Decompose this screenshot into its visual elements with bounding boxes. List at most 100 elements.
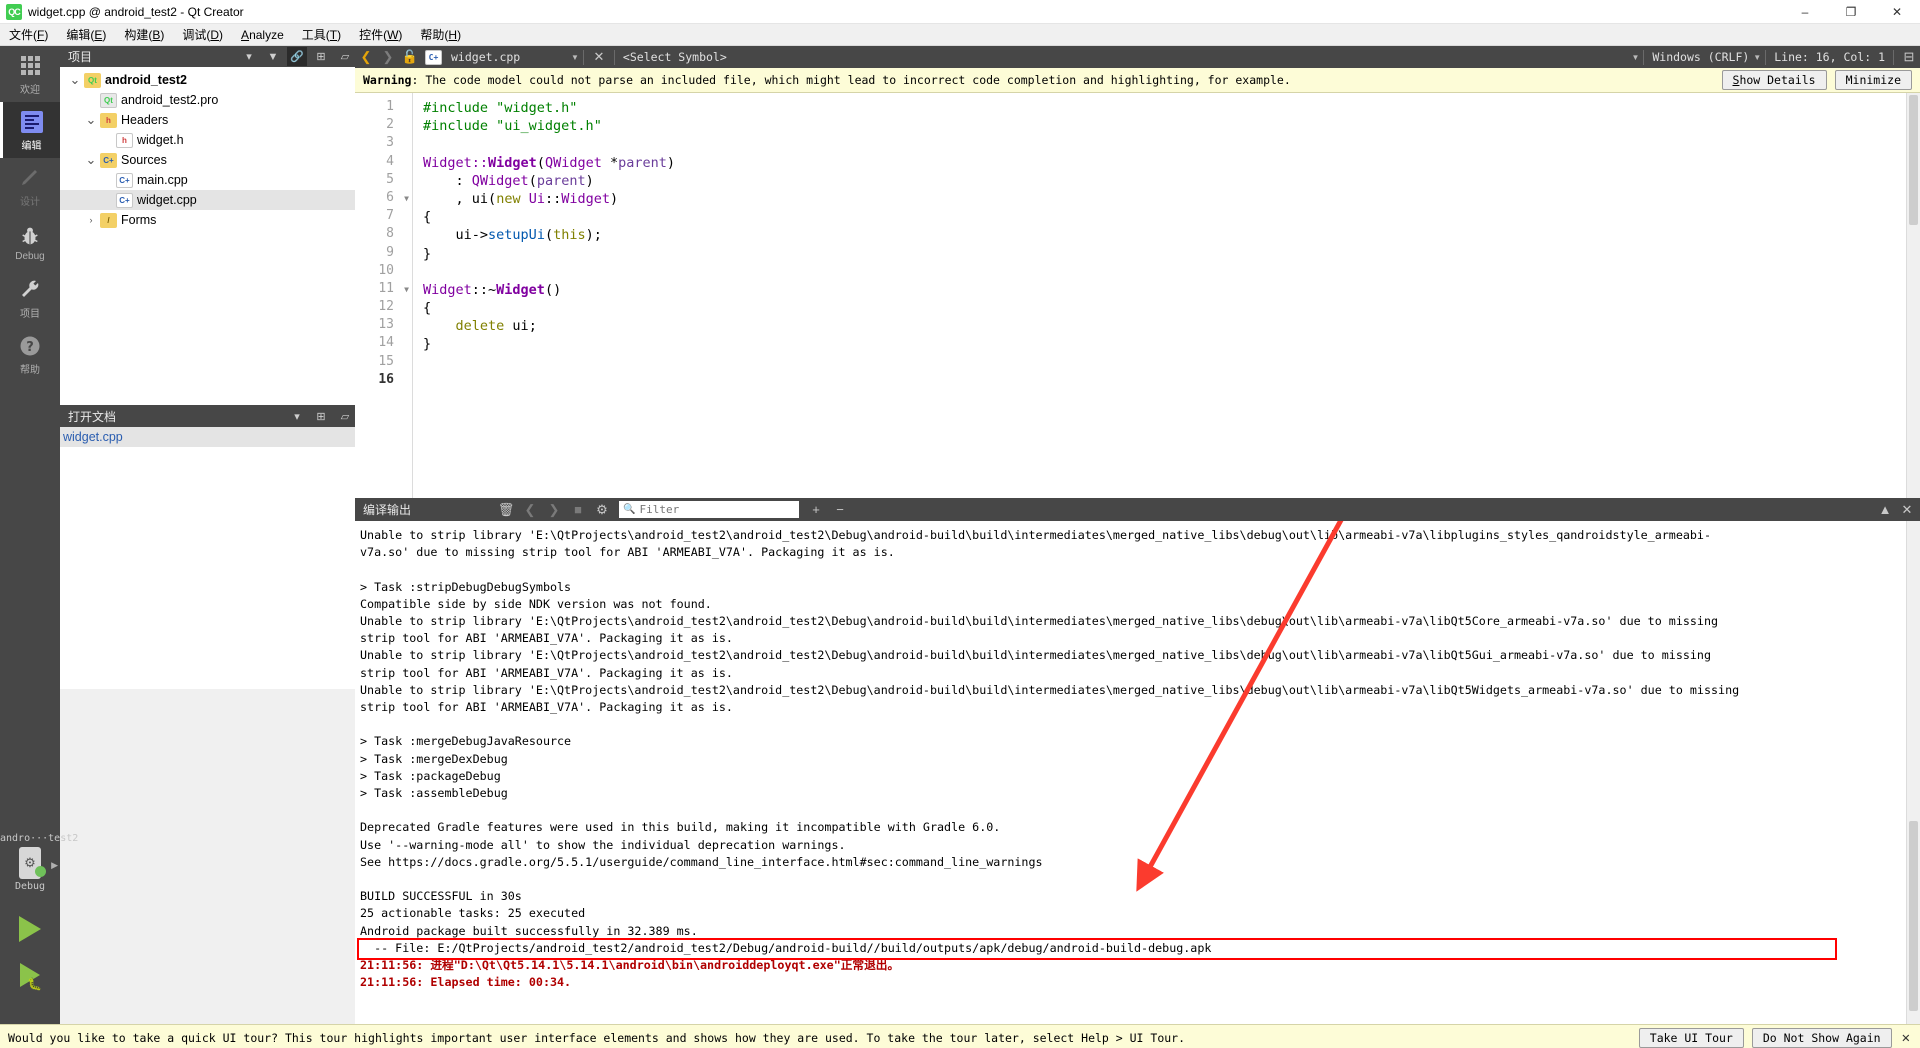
project-dock-title: 项目 (68, 50, 93, 64)
code-text[interactable]: #include "widget.h" #include "ui_widget.h… (413, 93, 1906, 498)
cursor-position-label: Line: 16, Col: 1 (1774, 50, 1885, 64)
mode-welcome[interactable]: 欢迎 (0, 46, 60, 102)
minimize-dock-icon[interactable]: ▱ (335, 47, 355, 66)
unlock-icon[interactable]: 🔓 (399, 47, 421, 68)
kit-selector[interactable]: andro···test2 ⚙ ▶ Debug (0, 827, 78, 906)
tree-item[interactable]: h widget.h (60, 130, 355, 150)
editor-vertical-scrollbar[interactable] (1906, 93, 1920, 498)
menu-f[interactable]: 文件(F) (0, 24, 57, 46)
settings-gear-icon[interactable]: ⚙ (591, 499, 613, 521)
filter-icon[interactable]: ▼ (263, 47, 283, 66)
take-ui-tour-button[interactable]: Take UI Tour (1638, 1027, 1744, 1048)
output-text[interactable]: Unable to strip library 'E:\QtProjects\a… (355, 521, 1906, 1024)
menu-t[interactable]: 工具(T) (293, 24, 350, 46)
do-not-show-again-button[interactable]: Do Not Show Again (1751, 1027, 1892, 1048)
opendocs-dropdown-icon[interactable]: ▾ (287, 407, 307, 426)
run-button[interactable] (0, 906, 60, 952)
tree-item[interactable]: ⌄ h Headers (60, 110, 355, 130)
show-details-button[interactable]: Show Details (1721, 70, 1827, 90)
close-document-icon[interactable]: ✕ (588, 47, 610, 68)
mode-projects[interactable]: 项目 (0, 270, 60, 326)
open-document-name: widget.cpp (451, 50, 521, 64)
opendocs-split-icon[interactable]: ⊞ (311, 407, 331, 426)
next-item-icon[interactable]: ❯ (543, 499, 565, 521)
tree-item[interactable]: › / Forms (60, 210, 355, 230)
split-editor-icon[interactable]: ⊟ (1898, 47, 1920, 68)
menu-e[interactable]: 编辑(E) (57, 24, 115, 46)
window-close-button[interactable]: ✕ (1874, 0, 1920, 24)
output-line: Compatible side by side NDK version was … (360, 596, 712, 611)
code-editor[interactable]: 1 2 3 4 5 6 ▼ 7 8 9 10 11 ▼ 12 13 14 15 16 #include "widg… (355, 93, 1920, 498)
bug-badge-icon: 🐛 (27, 977, 42, 991)
line-number: 16 (378, 371, 394, 387)
fold-marker-icon[interactable]: ▼ (404, 285, 409, 294)
opendocs-item[interactable]: widget.cpp (60, 427, 355, 447)
close-output-icon[interactable]: ✕ (1896, 499, 1918, 521)
qt-project-icon: Qt (84, 72, 101, 88)
mode-edit[interactable]: 编辑 (0, 102, 60, 158)
debug-button[interactable]: 🐛 (0, 952, 60, 998)
code-line: { (423, 209, 432, 226)
menu-h[interactable]: 帮助(H) (411, 24, 470, 46)
open-document-combo[interactable]: C+ widget.cpp (421, 47, 571, 68)
line-ending-chevron-icon[interactable]: ▼ (1753, 53, 1761, 62)
line-number: 6 ▼ (386, 189, 409, 205)
filter-dropdown-icon[interactable]: ▾ (239, 47, 259, 66)
tree-twisty-icon[interactable]: › (82, 215, 100, 225)
window-minimize-button[interactable]: – (1782, 0, 1828, 24)
menu-b[interactable]: 构建(B) (115, 24, 173, 46)
back-arrow-icon[interactable]: ❮ (355, 47, 377, 68)
tree-item-label: Sources (121, 153, 167, 167)
output-line: BUILD SUCCESSFUL in 30s (360, 889, 522, 904)
project-tree[interactable]: ⌄ Qt android_test2 Qt android_test2.pro ⌄ h Hea… (60, 67, 355, 405)
prev-item-icon[interactable]: ❮ (519, 499, 541, 521)
output-filter-box[interactable]: 🔍 (619, 501, 799, 518)
tree-twisty-icon[interactable]: ⌄ (82, 153, 100, 166)
minimize-warning-button[interactable]: Minimize (1834, 70, 1912, 90)
close-tour-banner-icon[interactable]: ✕ (1902, 1030, 1910, 1046)
tree-item[interactable]: C+ main.cpp (60, 170, 355, 190)
link-icon[interactable]: 🔗 (287, 47, 307, 66)
stop-icon[interactable]: ■ (567, 499, 589, 521)
zoom-out-button[interactable]: − (829, 499, 851, 521)
output-line: strip tool for ABI 'ARMEABI_V7A'. Packag… (360, 700, 733, 715)
run-triangle-icon (19, 916, 41, 942)
menu-d[interactable]: 调试(D) (173, 24, 232, 46)
menu-w[interactable]: 控件(W) (350, 24, 411, 46)
editor-column: ❮ ❯ 🔓 C+ widget.cpp ▼ ✕ <Select Symbol> … (355, 46, 1920, 1024)
output-vertical-scrollbar[interactable] (1906, 521, 1920, 1024)
split-icon[interactable]: ⊞ (311, 47, 331, 66)
tree-item[interactable]: ⌄ C+ Sources (60, 150, 355, 170)
forward-arrow-icon[interactable]: ❯ (377, 47, 399, 68)
clear-icon[interactable]: 🗑 (495, 499, 517, 521)
tree-twisty-icon[interactable]: ⌄ (82, 113, 100, 126)
opendocs-list[interactable]: widget.cpp (60, 427, 355, 689)
symbol-combo-chevron-icon[interactable]: ▼ (1631, 53, 1639, 62)
menu-a[interactable]: Analyze (232, 24, 293, 46)
symbol-selector-label: <Select Symbol> (622, 50, 727, 64)
mode-design[interactable]: 设计 (0, 158, 60, 214)
code-line: Widget::Widget(QWidget *parent) (423, 154, 676, 171)
opendocs-dock-title: 打开文档 (68, 409, 117, 424)
document-combo-chevron-icon[interactable]: ▼ (571, 53, 579, 62)
tree-item[interactable]: C+ widget.cpp (60, 190, 355, 210)
wrench-icon (17, 277, 43, 303)
opendocs-minimize-icon[interactable]: ▱ (335, 407, 355, 426)
output-filter-input[interactable] (639, 503, 795, 516)
mode-debug[interactable]: Debug (0, 214, 60, 270)
tree-item[interactable]: ⌄ Qt android_test2 (60, 70, 355, 90)
fold-marker-icon[interactable]: ▼ (404, 194, 409, 203)
zoom-in-button[interactable]: + (805, 499, 827, 521)
maximize-output-icon[interactable]: ▲ (1874, 499, 1896, 521)
warning-message: Warning: The code model could not parse … (363, 73, 1291, 87)
mode-help[interactable]: ? 帮助 (0, 326, 60, 382)
symbol-selector-combo[interactable]: <Select Symbol> (619, 47, 1632, 68)
kit-expand-arrow-icon[interactable]: ▶ (51, 860, 58, 871)
tree-twisty-icon[interactable]: ⌄ (66, 73, 84, 86)
window-maximize-button[interactable]: ❐ (1828, 0, 1874, 24)
tree-item[interactable]: Qt android_test2.pro (60, 90, 355, 110)
sources-folder-icon: C+ (100, 152, 117, 168)
line-ending-label[interactable]: Windows (CRLF) (1648, 47, 1753, 68)
